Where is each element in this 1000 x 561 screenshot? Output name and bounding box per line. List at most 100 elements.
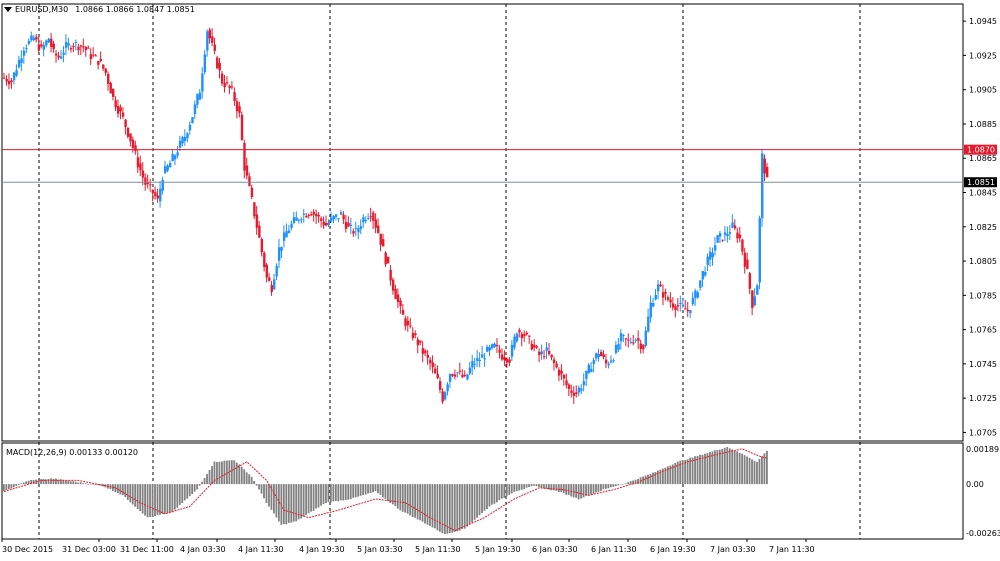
macd-histogram-bar [689,457,692,485]
macd-histogram-bar [265,484,268,504]
candle-body [25,47,28,49]
candle-body [307,214,311,216]
macd-histogram-bar [411,484,414,518]
macd-histogram-bar [419,484,421,521]
macd-histogram-bar [330,484,332,503]
macd-histogram-bar [382,484,384,498]
macd-histogram-bar [543,484,545,489]
candle-body [168,163,172,168]
candle-body [159,188,162,202]
candle-body [510,344,514,357]
macd-histogram-bar [718,449,721,485]
x-tick-label: 4 Jan 19:30 [299,545,345,554]
macd-histogram-bar [332,484,335,502]
macd-histogram-bar [431,484,434,528]
macd-histogram-bar [550,484,553,491]
macd-histogram-bar [290,484,293,523]
macd-histogram-bar [592,484,595,494]
candle-body [255,214,259,228]
x-tick-label: 6 Jan 11:30 [591,545,637,554]
candle-body [161,179,164,191]
candle-body [275,265,278,277]
macd-histogram-bar [716,450,719,485]
macd-histogram-bar [386,484,389,502]
candle-body [733,225,737,229]
macd-histogram-bar [416,484,419,520]
macd-histogram-bar [273,484,275,514]
candle-body [431,362,434,368]
macd-histogram-bar [582,484,585,498]
macd-histogram-bar [196,484,199,490]
macd-histogram-bar [20,483,23,485]
candle-body [188,124,192,131]
candle-body [483,358,486,360]
macd-histogram-bar [178,484,181,505]
candle-body [481,354,484,358]
candle-body [627,339,630,341]
macd-histogram-bar [15,484,18,486]
candle-body [634,339,638,341]
macd-histogram-bar [225,460,228,485]
candle-body [327,222,330,226]
chart-svg[interactable]: 1.0945 1.0925 1.0905 1.0885 1.0865 1.0845 1.08… [0,0,1000,559]
candle-body [513,336,516,348]
candle-body [349,224,353,227]
candle-body [203,54,207,73]
macd-histogram-bar [282,484,285,525]
macd-histogram-bar [500,484,503,499]
candle-body [731,222,734,228]
y-tick-label: 1.0725 [969,394,997,403]
candle-body [149,184,152,186]
macd-histogram-bar [312,484,315,511]
macd-histogram-bar [379,484,382,495]
candle-body [617,344,620,350]
macd-histogram-bar [193,484,196,492]
candle-body [580,388,583,391]
chart-area[interactable]: 1.0945 1.0925 1.0905 1.0885 1.0865 1.0845 1.08… [0,0,1000,559]
candle-body [253,202,256,217]
candle-body [295,217,298,221]
candle-body [552,359,556,364]
candle-body [50,38,53,47]
candle-body [20,58,23,63]
candle-body [317,215,321,217]
macd-histogram-bar [243,469,246,485]
symbol-label: EURUSD,M30 [15,5,69,14]
candle-body [416,339,420,346]
candle-body [743,252,747,267]
candle-body [491,344,494,349]
candle-body [624,338,628,340]
macd-histogram-bar [201,481,203,485]
candle-body [104,68,107,73]
macd-histogram-bar [746,456,748,485]
candle-body [287,230,291,233]
candle-body [89,54,93,59]
candle-body [17,59,21,68]
candle-body [560,370,563,374]
y-tick-label: 1.0905 [969,86,997,95]
macd-histogram-bar [607,484,610,489]
candle-body [453,374,457,377]
macd-histogram-bar [604,484,607,489]
candle-body [201,73,204,92]
macd-header: MACD(12,26,9) 0.00133 0.00120 [6,448,138,457]
candle-body [282,232,286,241]
candle-body [751,290,754,308]
x-tick-label: 5 Jan 03:30 [357,545,403,554]
macd-histogram-bar [320,484,322,506]
candle-body [72,46,75,48]
macd-histogram-bar [84,483,87,485]
x-tick-label: 7 Jan 11:30 [769,545,815,554]
macd-histogram-bar [325,484,327,504]
macd-histogram-bar [545,484,548,489]
candle-body [476,357,479,361]
macd-histogram-bar [317,484,320,508]
dropdown-arrow-icon[interactable] [4,7,12,12]
macd-histogram-bar [176,484,179,508]
candle-body [607,363,610,366]
x-tick-label: 4 Jan 03:30 [180,545,226,554]
macd-histogram-bar [733,450,736,485]
candle-body [528,335,531,337]
candle-body [644,330,648,346]
candle-body [30,35,33,41]
